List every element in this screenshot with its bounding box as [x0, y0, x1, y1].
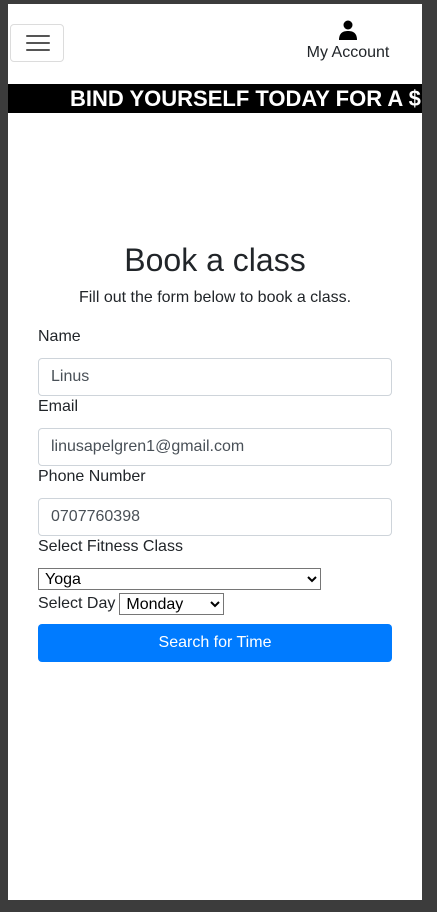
fitness-class-select[interactable]: Yoga: [38, 568, 321, 590]
day-select[interactable]: Monday: [119, 593, 225, 615]
search-for-time-button[interactable]: Search for Time: [38, 624, 392, 662]
phone-label: Phone Number: [38, 468, 146, 485]
page-subtitle: Fill out the form below to book a class.: [78, 289, 352, 306]
page-title: Book a class: [124, 242, 306, 278]
name-input[interactable]: [38, 358, 392, 396]
phone-input[interactable]: [38, 498, 392, 536]
name-label: Name: [38, 328, 81, 345]
booking-form-section: Book a class Fill out the form below to …: [38, 240, 392, 662]
promo-ticker: BIND YOURSELF TODAY FOR A $: [8, 84, 422, 113]
day-label: Select Day: [38, 595, 116, 612]
email-input[interactable]: [38, 428, 392, 466]
app-viewport: My Account BIND YOURSELF TODAY FOR A $ B…: [8, 4, 422, 900]
booking-form: Name Email Phone Number Select Fitness C…: [38, 327, 392, 662]
day-row: Select Day Monday: [38, 593, 392, 615]
user-icon: [339, 20, 357, 40]
email-label: Email: [38, 398, 79, 415]
my-account-link[interactable]: My Account: [298, 20, 398, 62]
ticker-text: BIND YOURSELF TODAY FOR A $: [70, 86, 421, 111]
fitness-class-label: Select Fitness Class: [38, 538, 183, 555]
my-account-label: My Account: [306, 44, 390, 61]
navbar: My Account: [8, 4, 422, 84]
menu-toggle-button[interactable]: [10, 24, 64, 62]
